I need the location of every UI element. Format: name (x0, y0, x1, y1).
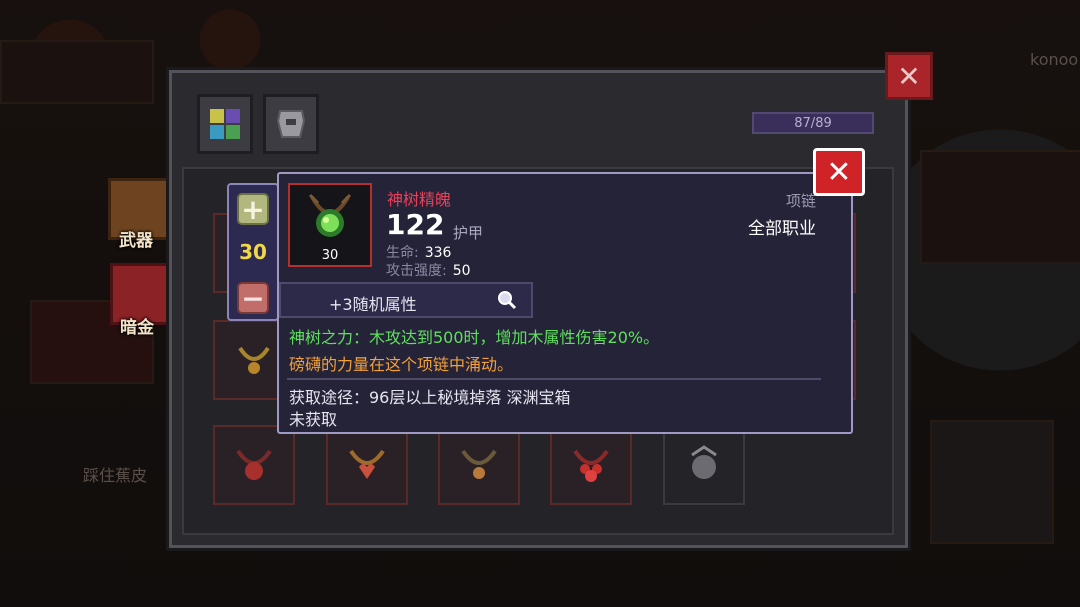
level-stepper: + 30 − (227, 183, 279, 321)
armor-icon (276, 110, 306, 138)
weapon-menu-label: 武器 (119, 231, 153, 251)
minus-icon: − (241, 281, 265, 315)
magnifier-icon[interactable] (497, 290, 517, 310)
stat-label: 生命: (386, 245, 419, 261)
equipment-slot[interactable] (663, 425, 745, 505)
sub-stat-health: 生命: 336 (386, 242, 451, 262)
slot-type: 项链 (785, 192, 816, 210)
close-icon: ✕ (826, 154, 852, 190)
necklace-icon (461, 449, 497, 479)
necklace-icon (691, 445, 717, 479)
decrease-level-button[interactable]: − (237, 281, 269, 315)
item-count: 87/89 (752, 112, 874, 134)
necklace-icon (238, 346, 270, 374)
increase-level-button[interactable]: + (237, 192, 269, 226)
tooltip-close-button[interactable]: ✕ (813, 148, 865, 196)
stat-value: 336 (424, 245, 452, 261)
passive-description: 神树之力：木攻达到500时，增加木属性伤害20%。 (289, 328, 660, 347)
divider (287, 378, 821, 380)
stat-value: 50 (452, 263, 471, 279)
category-grid-button[interactable] (197, 94, 253, 154)
main-stat-label: 护甲 (453, 224, 484, 242)
random-attr-text: +3随机属性 (329, 295, 417, 314)
close-icon: ✕ (897, 59, 921, 93)
plus-icon: + (241, 192, 265, 226)
item-level: 30 (321, 248, 339, 263)
item-tooltip: 30 神树精魄 122 护甲 生命: 336 攻击强度: 50 项链 全部职业 +3… (277, 172, 853, 434)
equipment-slot[interactable] (550, 425, 632, 505)
equipment-slot[interactable] (213, 425, 295, 505)
item-name: 神树精魄 (387, 190, 452, 209)
flavor-text: 磅礴的力量在这个项链中涌动。 (289, 355, 514, 374)
necklace-icon (236, 449, 272, 480)
level-value: 30 (239, 240, 267, 264)
category-armor-button[interactable] (263, 94, 319, 154)
class-restriction: 全部职业 (748, 219, 816, 239)
stat-label: 攻击强度: (386, 263, 447, 279)
item-icon-frame: 30 (288, 183, 372, 267)
random-attr-bar[interactable]: +3随机属性 (279, 282, 533, 318)
acquire-status: 未获取 (289, 410, 338, 429)
necklace-icon (308, 193, 352, 237)
necklace-icon (349, 449, 385, 479)
dark-gold-menu-label: 暗金 (120, 318, 154, 338)
grid-icon (210, 109, 240, 139)
equipment-slot[interactable] (326, 425, 408, 505)
sub-stat-attack: 攻击强度: 50 (386, 260, 471, 280)
item-source: 获取途径：96层以上秘境掉落 深渊宝箱 (289, 388, 571, 407)
main-stat-value: 122 (386, 208, 445, 241)
necklace-icon (573, 449, 609, 482)
equipment-slot[interactable] (438, 425, 520, 505)
panel-close-button[interactable]: ✕ (885, 52, 933, 100)
